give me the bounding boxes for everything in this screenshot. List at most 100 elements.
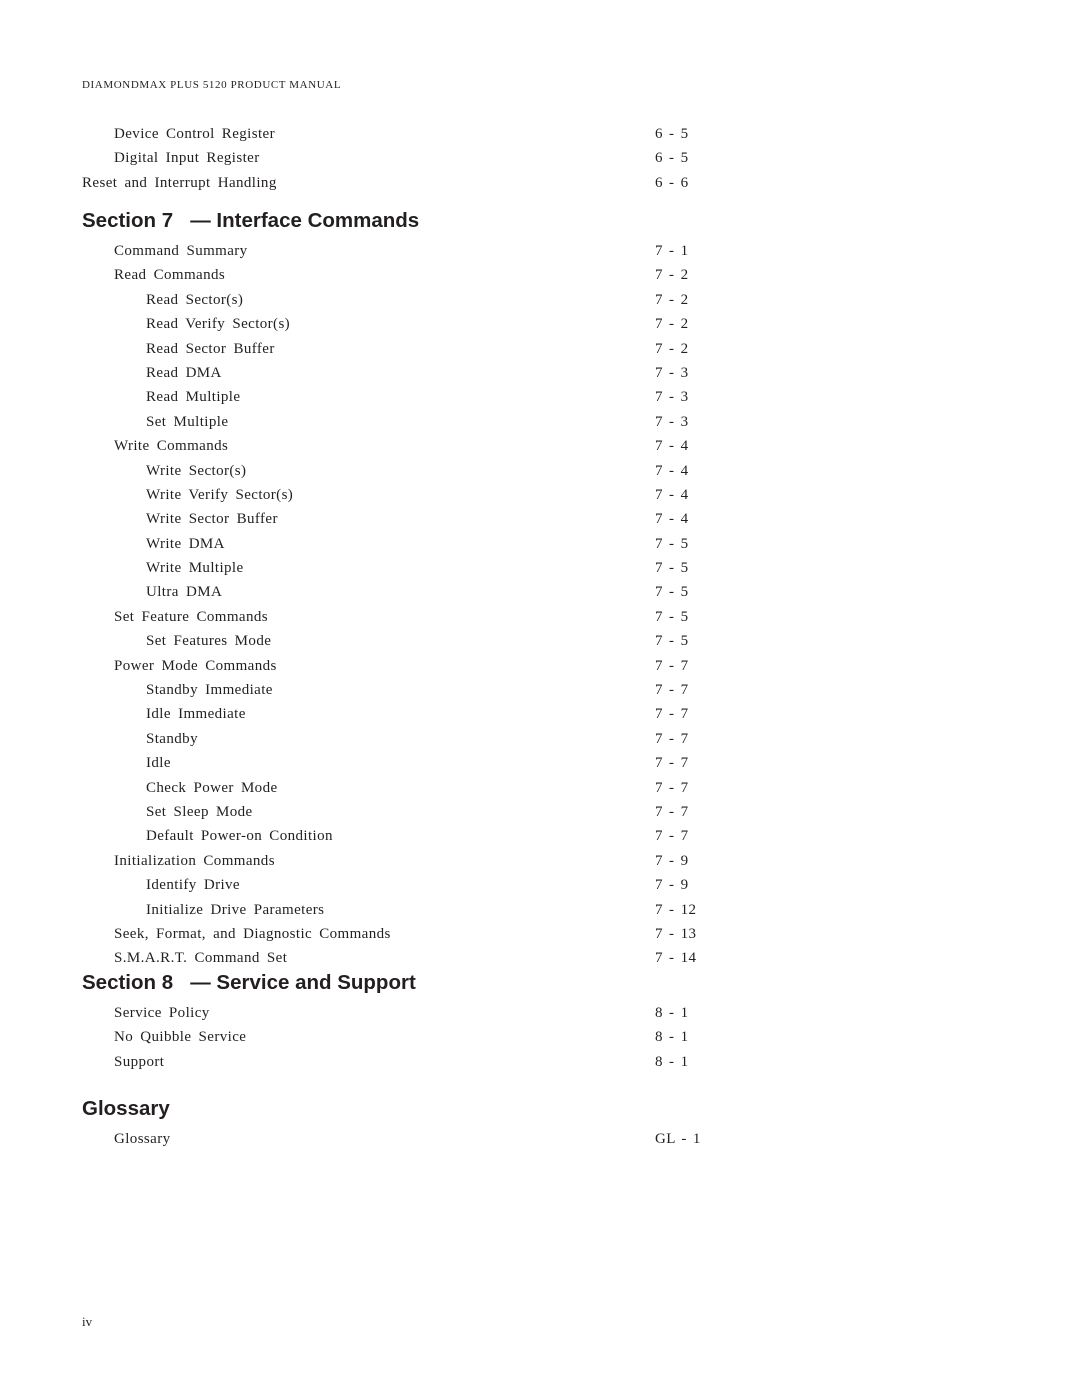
toc-entry[interactable]: Read Verify Sector(s) 7 - 2 (0, 316, 1080, 340)
toc-entry[interactable]: Set Multiple 7 - 3 (0, 414, 1080, 438)
toc-entry-page-number: 7 - 5 (655, 608, 689, 625)
toc-entry[interactable]: Set Features Mode 7 - 5 (0, 633, 1080, 657)
section-7-heading: Section 7 — Interface Commands (82, 209, 420, 232)
toc-entry[interactable]: Service Policy 8 - 1 (0, 1005, 1080, 1029)
toc-entry-page-number: 7 - 7 (655, 828, 689, 845)
toc-entry-title: Default Power-on Condition (146, 828, 333, 845)
toc-entry-title: Standby (146, 730, 198, 747)
running-head: DIAMONDMAX PLUS 5120 PRODUCT MANUAL (82, 79, 342, 91)
toc-entry[interactable]: Initialization Commands 7 - 9 (0, 853, 1080, 877)
toc-entry[interactable]: Write Sector Buffer 7 - 4 (0, 511, 1080, 535)
toc-entry-title: Read Verify Sector(s) (146, 316, 291, 333)
toc-entry-title: Power Mode Commands (114, 657, 277, 674)
toc-entry-title: No Quibble Service (114, 1029, 247, 1046)
toc-entry-page-number: 7 - 5 (655, 584, 689, 601)
section-8-entries: Service Policy 8 - 1 No Quibble Service 8 -… (0, 1005, 1080, 1078)
manual-page: DIAMONDMAX PLUS 5120 PRODUCT MANUAL Devi… (0, 0, 1080, 1397)
glossary-heading: Glossary (82, 1097, 170, 1120)
toc-entry-page-number: 6 - 5 (655, 126, 689, 142)
toc-entry[interactable]: Write DMA 7 - 5 (0, 536, 1080, 560)
toc-entry-title: Set Multiple (146, 413, 229, 430)
toc-entry-title: Read Sector Buffer (146, 340, 275, 357)
toc-entry-page-number: 7 - 4 (655, 486, 689, 503)
toc-entry-page-number: GL - 1 (655, 1131, 701, 1147)
toc-entry-title: Seek, Format, and Diagnostic Commands (114, 925, 391, 942)
toc-entry-page-number: 8 - 1 (655, 1005, 689, 1021)
toc-entry[interactable]: Set Sleep Mode 7 - 7 (0, 804, 1080, 828)
toc-entry-title: Write Sector(s) (146, 462, 247, 479)
toc-entry-page-number: 7 - 5 (655, 535, 689, 552)
toc-entry-title: Idle (146, 755, 171, 772)
toc-entry[interactable]: Write Multiple 7 - 5 (0, 560, 1080, 584)
toc-entry-title: Device Control Register (114, 126, 275, 142)
section-8-heading: Section 8 — Service and Support (82, 971, 416, 994)
toc-entry[interactable]: Read Commands 7 - 2 (0, 267, 1080, 291)
toc-entry-page-number: 7 - 3 (655, 389, 689, 406)
toc-entry-page-number: 7 - 7 (655, 730, 689, 747)
toc-entry-title: Service Policy (114, 1005, 210, 1021)
section-7-entries: Command Summary 7 - 1 Read Commands 7 - 2 Re… (0, 243, 1080, 975)
toc-entry-title: S.M.A.R.T. Command Set (114, 950, 288, 967)
toc-entry-page-number: 7 - 9 (655, 877, 689, 894)
toc-entry[interactable]: Power Mode Commands 7 - 7 (0, 658, 1080, 682)
toc-entry-page-number: 7 - 12 (655, 901, 697, 918)
toc-entry[interactable]: Initialize Drive Parameters 7 - 12 (0, 902, 1080, 926)
toc-entry[interactable]: Read Multiple 7 - 3 (0, 389, 1080, 413)
toc-entry-title: Support (114, 1053, 165, 1070)
toc-entry-title: Write Sector Buffer (146, 511, 278, 528)
toc-entry-title: Digital Input Register (114, 150, 260, 167)
toc-entry-title: Command Summary (114, 243, 248, 259)
toc-entry[interactable]: Standby 7 - 7 (0, 731, 1080, 755)
toc-entry[interactable]: Standby Immediate 7 - 7 (0, 682, 1080, 706)
toc-entry[interactable]: Idle 7 - 7 (0, 755, 1080, 779)
toc-entry[interactable]: Command Summary 7 - 1 (0, 243, 1080, 267)
toc-entry-title: Check Power Mode (146, 779, 278, 796)
toc-entry-page-number: 8 - 1 (655, 1029, 689, 1046)
toc-entry[interactable]: Write Verify Sector(s) 7 - 4 (0, 487, 1080, 511)
toc-entry[interactable]: Device Control Register 6 - 5 (0, 126, 1080, 150)
toc-entry-page-number: 7 - 7 (655, 706, 689, 723)
toc-entry-page-number: 7 - 7 (655, 779, 689, 796)
toc-entry-page-number: 7 - 14 (655, 950, 697, 967)
toc-entry-page-number: 7 - 3 (655, 364, 689, 381)
toc-entry[interactable]: Write Commands 7 - 4 (0, 438, 1080, 462)
toc-entry-title: Initialization Commands (114, 852, 275, 869)
toc-entry-page-number: 7 - 7 (655, 803, 689, 820)
toc-entry[interactable]: Read Sector(s) 7 - 2 (0, 292, 1080, 316)
toc-entry[interactable]: Set Feature Commands 7 - 5 (0, 609, 1080, 633)
toc-entry-title: Reset and Interrupt Handling (82, 174, 277, 191)
toc-entry-page-number: 7 - 5 (655, 633, 689, 650)
toc-entry-page-number: 7 - 4 (655, 511, 689, 528)
toc-entry-page-number: 7 - 7 (655, 657, 689, 674)
toc-entry-page-number: 7 - 1 (655, 243, 689, 259)
toc-entry[interactable]: Reset and Interrupt Handling 6 - 6 (0, 175, 1080, 199)
glossary-entries: Glossary GL - 1 (0, 1131, 1080, 1155)
toc-entry[interactable]: Ultra DMA 7 - 5 (0, 584, 1080, 608)
toc-entry-title: Write Verify Sector(s) (146, 486, 294, 503)
toc-entry-page-number: 7 - 9 (655, 852, 689, 869)
toc-entry-title: Write Commands (114, 438, 229, 455)
toc-entry[interactable]: Seek, Format, and Diagnostic Commands 7 -… (0, 926, 1080, 950)
toc-entry-title: Glossary (114, 1131, 171, 1147)
toc-entry-page-number: 7 - 13 (655, 925, 697, 942)
toc-entry[interactable]: Support 8 - 1 (0, 1054, 1080, 1078)
toc-entry[interactable]: Read Sector Buffer 7 - 2 (0, 341, 1080, 365)
toc-entry-page-number: 7 - 4 (655, 462, 689, 479)
toc-entry-title: Write DMA (146, 535, 225, 552)
toc-entry-title: Read Multiple (146, 389, 241, 406)
toc-entry[interactable]: Check Power Mode 7 - 7 (0, 780, 1080, 804)
toc-entry[interactable]: Digital Input Register 6 - 5 (0, 150, 1080, 174)
toc-entry[interactable]: Idle Immediate 7 - 7 (0, 706, 1080, 730)
toc-entry-title: Read DMA (146, 364, 222, 381)
toc-entry[interactable]: Identify Drive 7 - 9 (0, 877, 1080, 901)
toc-entry-page-number: 7 - 3 (655, 413, 689, 430)
toc-entry[interactable]: Write Sector(s) 7 - 4 (0, 463, 1080, 487)
toc-entry[interactable]: Default Power-on Condition 7 - 7 (0, 828, 1080, 852)
toc-entry[interactable]: Read DMA 7 - 3 (0, 365, 1080, 389)
page-folio: iv (82, 1314, 93, 1329)
toc-entry-title: Read Commands (114, 267, 226, 284)
toc-entry[interactable]: No Quibble Service 8 - 1 (0, 1029, 1080, 1053)
toc-entry-page-number: 7 - 2 (655, 291, 689, 308)
toc-entry-title: Set Feature Commands (114, 608, 268, 625)
toc-entry[interactable]: Glossary GL - 1 (0, 1131, 1080, 1155)
